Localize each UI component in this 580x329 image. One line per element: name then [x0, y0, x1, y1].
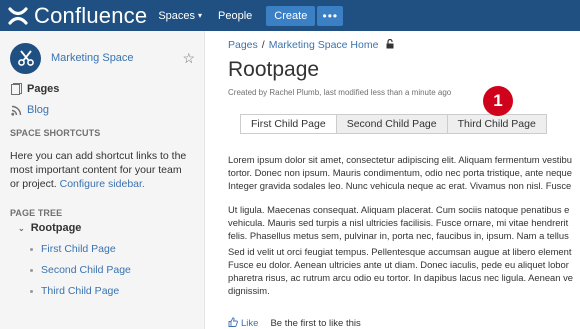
spaces-label: Spaces	[158, 9, 196, 22]
tab-second-child-page[interactable]: Second Child Page	[335, 114, 448, 134]
tree-item-third-child[interactable]: Third Child Page	[30, 285, 119, 297]
tree-item-label: First Child Page	[41, 243, 116, 255]
tree-item-label: Third Child Page	[41, 285, 120, 297]
space-header: Marketing Space ☆	[10, 41, 195, 75]
confluence-logo[interactable]: Confluence	[7, 2, 148, 28]
star-icon[interactable]: ☆	[182, 50, 195, 67]
like-label: Like	[241, 318, 259, 329]
shortcuts-desc-line: or project.	[10, 178, 57, 190]
shortcuts-desc-line: Here you can add shortcut links to the	[10, 150, 187, 162]
breadcrumb-space-home[interactable]: Marketing Space Home	[269, 39, 379, 51]
shortcuts-desc-line: most important content for your team	[10, 164, 182, 176]
page-byline: Created by Rachel Plumb, last modified l…	[228, 88, 452, 97]
scissors-icon	[17, 50, 34, 66]
breadcrumb-pages[interactable]: Pages	[228, 39, 258, 51]
step-number-badge: 1	[483, 86, 513, 116]
configure-sidebar-link[interactable]: Configure sidebar.	[60, 178, 145, 190]
sidebar-item-label: Blog	[27, 104, 50, 116]
space-avatar[interactable]	[10, 42, 41, 74]
space-name-link[interactable]: Marketing Space	[51, 52, 182, 64]
tree-item-rootpage[interactable]: ⌄ Rootpage	[18, 222, 81, 234]
paragraph-line: Fusce eu dolor. Aenean ultricies ante ut…	[228, 259, 569, 270]
child-page-tabs: First Child Page Second Child Page Third…	[240, 114, 547, 134]
breadcrumb-separator: /	[261, 39, 265, 51]
tab-third-child-page[interactable]: Third Child Page	[446, 114, 547, 134]
paragraph-line: dignissim.	[228, 285, 270, 296]
paragraph-line: Sed id velit ut orci feugiat tempus. Pel…	[228, 246, 572, 257]
tree-item-label: Rootpage	[30, 222, 82, 234]
like-button[interactable]: Like	[228, 317, 258, 329]
chevron-down-icon[interactable]: ⌄	[18, 224, 25, 233]
page-tree-heading: PAGE TREE	[10, 208, 63, 218]
like-summary: Be the first to like this	[270, 318, 361, 329]
unlock-icon[interactable]	[386, 38, 394, 51]
like-row: Like Be the first to like this	[228, 317, 361, 329]
shortcuts-description: Here you can add shortcut links to the m…	[10, 149, 196, 191]
tab-first-child-page[interactable]: First Child Page	[240, 114, 337, 134]
bullet-icon	[30, 289, 33, 293]
page-content: Pages / Marketing Space Home Rootpage Cr…	[228, 31, 580, 329]
tree-item-label: Second Child Page	[41, 264, 131, 276]
paragraph-line: Lorem ipsum dolor sit amet, consectetur …	[228, 154, 572, 165]
more-create-button[interactable]: •••	[317, 5, 344, 26]
paragraph-line: Integer gravida sodales leo. Nunc vehicu…	[228, 180, 572, 191]
space-shortcuts-heading: SPACE SHORTCUTS	[10, 128, 101, 138]
confluence-logo-icon	[8, 6, 28, 25]
paragraph-line: tortor. Donec non ipsum. Mauris condimen…	[228, 167, 572, 178]
body-paragraph: Lorem ipsum dolor sit amet, consectetur …	[228, 153, 580, 192]
tree-item-second-child[interactable]: Second Child Page	[30, 264, 131, 276]
top-navigation-bar: Confluence Spaces ▾ People Create •••	[0, 0, 580, 31]
bullet-icon	[30, 247, 33, 251]
create-button[interactable]: Create	[266, 5, 316, 26]
paragraph-line: felis. Phasellus metus sem, pulvinar in,…	[228, 230, 569, 241]
tree-item-first-child[interactable]: First Child Page	[30, 243, 116, 255]
chevron-down-icon: ▾	[198, 11, 203, 20]
bullet-icon	[30, 268, 33, 272]
pages-icon	[10, 83, 22, 95]
paragraph-line: vehicula. Mauris sed turpis a nisl ultri…	[228, 217, 569, 228]
breadcrumb: Pages / Marketing Space Home	[228, 38, 394, 51]
paragraph-line: Ut ligula. Maecenas consequat. Aliquam p…	[228, 204, 570, 215]
sidebar-item-blog[interactable]: Blog	[10, 104, 49, 116]
body-paragraph: Ut ligula. Maecenas consequat. Aliquam p…	[228, 203, 580, 242]
thumbs-up-icon	[228, 317, 238, 329]
space-sidebar: Marketing Space ☆ Pages Blog SPACE SHORT…	[0, 31, 205, 329]
paragraph-line: pharetra risus, ac rutrum arcu odio eu t…	[228, 272, 573, 283]
page-title: Rootpage	[228, 58, 320, 81]
rss-icon	[10, 104, 22, 116]
body-paragraph: Sed id velit ut orci feugiat tempus. Pel…	[228, 245, 580, 297]
sidebar-item-pages[interactable]: Pages	[10, 83, 59, 95]
logo-text: Confluence	[34, 2, 148, 28]
people-link[interactable]: People	[218, 10, 252, 22]
spaces-menu[interactable]: Spaces ▾	[158, 10, 202, 22]
sidebar-item-label: Pages	[27, 83, 60, 95]
